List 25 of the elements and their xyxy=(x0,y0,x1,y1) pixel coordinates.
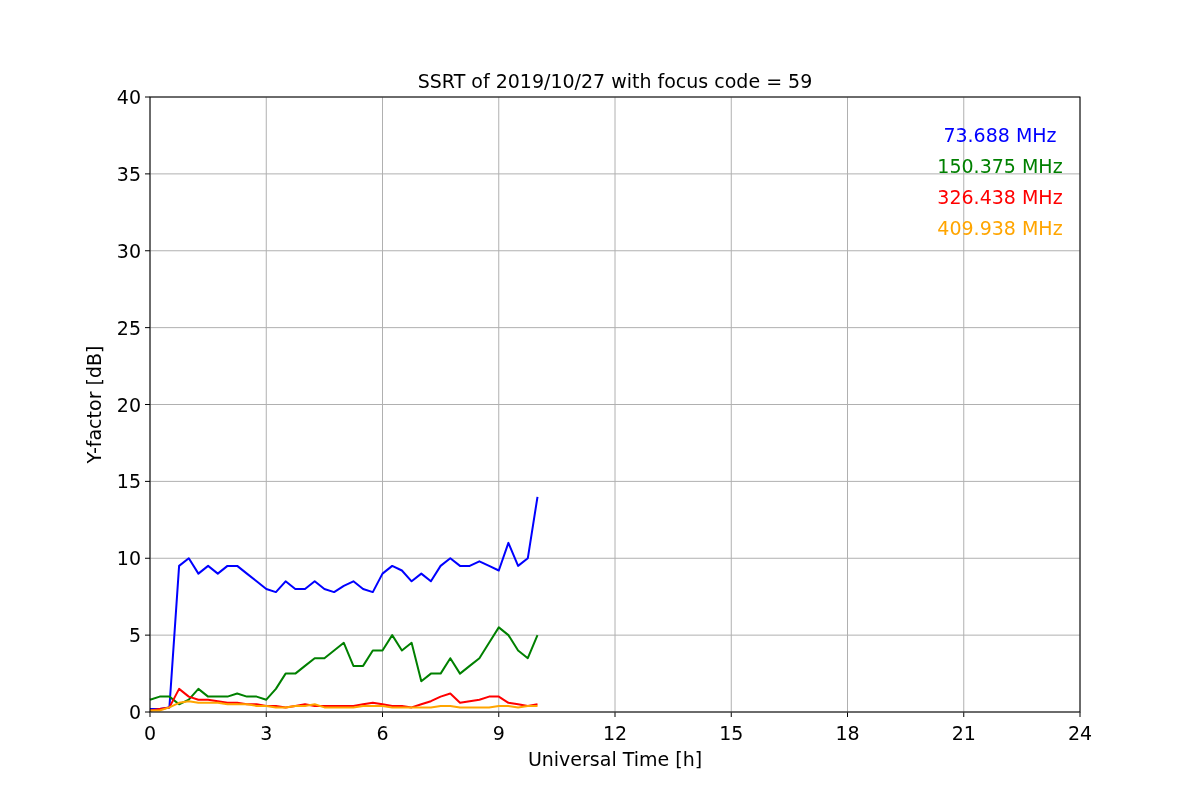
legend-label: 150.375 MHz xyxy=(937,155,1063,177)
legend-label: 73.688 MHz xyxy=(943,124,1057,146)
y-tick-label: 35 xyxy=(116,162,141,185)
x-axis-label: Universal Time [h] xyxy=(527,748,703,770)
y-tick-label: 25 xyxy=(116,316,141,339)
x-tick-label: 9 xyxy=(492,722,505,744)
y-tick-label: 15 xyxy=(116,470,141,493)
legend-label: 326.438 MHz xyxy=(937,186,1063,208)
chart-title: SSRT of 2019/10/27 with focus code = 59 xyxy=(417,70,813,92)
x-tick-label: 18 xyxy=(835,722,860,744)
x-tick-label: 0 xyxy=(143,722,157,744)
y-tick-label: 20 xyxy=(116,393,141,416)
x-tick-label: 21 xyxy=(951,722,976,744)
x-tick-label: 24 xyxy=(1067,722,1093,744)
y-tick-label: 10 xyxy=(116,547,141,570)
legend-label: 409.938 MHz xyxy=(937,217,1063,239)
x-tick-label: 15 xyxy=(719,722,744,744)
x-tick-label: 3 xyxy=(260,722,273,744)
y-tick-label: 40 xyxy=(116,86,141,108)
x-tick-label: 12 xyxy=(602,722,628,744)
y-axis-label: Y-factor [dB] xyxy=(83,345,105,464)
y-tick-label: 5 xyxy=(128,624,141,647)
y-tick-label: 0 xyxy=(128,701,141,723)
y-tick-label: 30 xyxy=(116,239,141,262)
x-tick-label: 6 xyxy=(376,722,389,744)
